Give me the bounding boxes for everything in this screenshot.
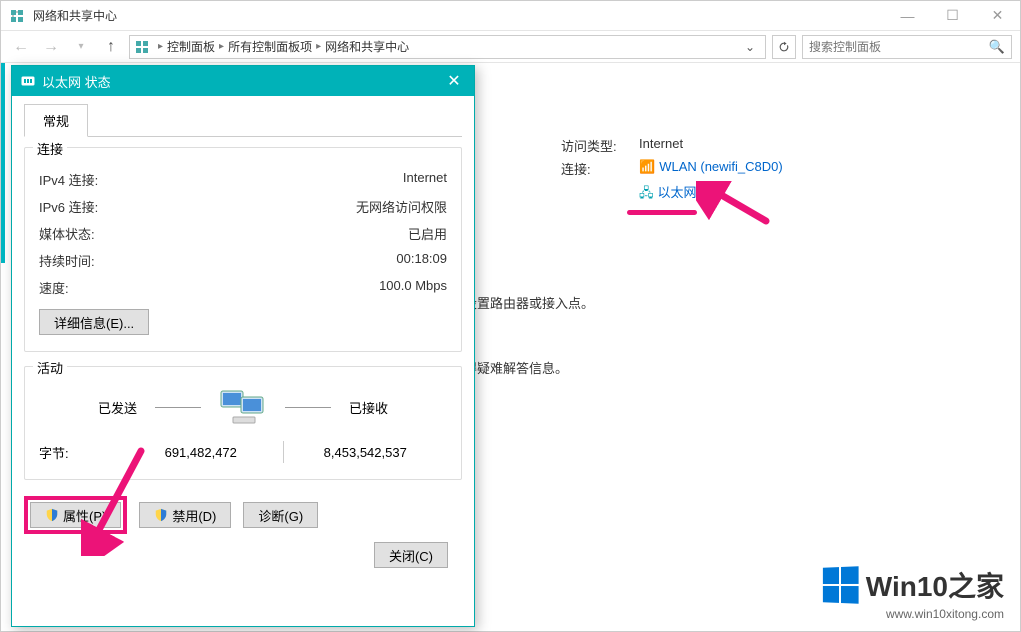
duration-value: 00:18:09 [396,251,447,270]
watermark: Win10之家 www.win10xitong.com [822,565,1004,621]
wifi-signal-icon: 📶 [639,159,655,174]
chevron-right-icon: ▸ [316,41,321,52]
received-label: 已接收 [349,398,388,417]
left-accent-band [1,63,5,263]
ethernet-icon: 🖧 [639,185,654,200]
media-state-value: 已启用 [408,224,447,243]
ipv6-label: IPv6 连接: [39,197,98,216]
watermark-sub: 之家 [948,571,1004,602]
breadcrumb-dropdown[interactable]: ⌄ [739,40,761,54]
close-button[interactable]: ✕ [975,1,1020,30]
access-type-value: Internet [639,136,683,155]
speed-value: 100.0 Mbps [379,278,447,297]
speed-label: 速度: [39,278,69,297]
window-controls: — ☐ ✕ [885,1,1020,30]
divider-line [155,407,201,408]
refresh-icon [777,40,791,54]
dialog-titlebar[interactable]: 以太网 状态 ✕ [12,66,474,96]
nav-forward-button[interactable]: → [39,35,63,59]
annotation-arrow-2 [81,446,161,556]
nav-back-button[interactable]: ← [9,35,33,59]
search-input[interactable] [809,40,989,54]
breadcrumb-item-1[interactable]: 控制面板 [167,38,215,55]
connection-group-label: 连接 [33,139,67,158]
annotation-underline [627,210,697,215]
diagnose-button[interactable]: 诊断(G) [243,502,318,528]
breadcrumb-item-3[interactable]: 网络和共享中心 [325,38,409,55]
duration-label: 持续时间: [39,251,95,270]
search-icon: 🔍 [989,39,1005,55]
ipv6-value: 无网络访问权限 [356,197,447,216]
chevron-right-icon: ▸ [158,41,163,52]
address-bar: ← → ▾ ↑ ▸ 控制面板 ▸ 所有控制面板项 ▸ 网络和共享中心 ⌄ 🔍 [1,31,1020,63]
chevron-right-icon: ▸ [219,41,224,52]
close-button-label: 关闭(C) [389,546,433,565]
divider-line [285,407,331,408]
windows-logo-icon [823,566,859,604]
body-text-1: 或设置路由器或接入点。 [451,293,783,312]
dialog-close-button[interactable]: ✕ [434,66,474,96]
connection-group: 连接 IPv4 连接:Internet IPv6 连接:无网络访问权限 媒体状态… [24,147,462,352]
nav-history-dropdown[interactable]: ▾ [69,35,93,59]
ipv4-value: Internet [403,170,447,189]
tab-strip: 常规 [24,104,462,137]
wlan-link[interactable]: WLAN (newifi_C8D0) [659,159,783,174]
sent-label: 已发送 [98,398,137,417]
diagnose-button-label: 诊断(G) [258,506,303,525]
dialog-close-footer-button[interactable]: 关闭(C) [374,542,448,568]
nav-up-button[interactable]: ↑ [99,35,123,59]
ipv4-label: IPv4 连接: [39,170,98,189]
refresh-button[interactable] [772,35,796,59]
dialog-title: 以太网 状态 [42,72,434,91]
disable-button-label: 禁用(D) [172,506,216,525]
computers-icon [219,387,267,427]
details-button-label: 详细信息(E)... [54,313,134,332]
body-text-2: 获得疑难解答信息。 [451,358,783,377]
main-window-title: 网络和共享中心 [33,7,885,24]
network-info-panel: 访问类型: Internet 连接: 📶 WLAN (newifi_C8D0) 🖧… [451,136,783,377]
access-type-label: 访问类型: [561,136,639,155]
bytes-received-value: 8,453,542,537 [284,445,448,460]
main-titlebar: 网络和共享中心 — ☐ ✕ [1,1,1020,31]
tab-general[interactable]: 常规 [24,104,88,137]
network-center-icon [9,8,25,24]
annotation-arrow-1 [696,181,776,231]
media-state-label: 媒体状态: [39,224,95,243]
search-box[interactable]: 🔍 [802,35,1012,59]
connections-label: 连接: [561,159,639,178]
details-button[interactable]: 详细信息(E)... [39,309,149,335]
watermark-brand: Win10 [866,571,948,602]
watermark-url: www.win10xitong.com [822,607,1004,621]
minimize-button[interactable]: — [885,1,930,30]
activity-group-label: 活动 [33,358,67,377]
uac-shield-icon [45,508,59,522]
ethernet-link[interactable]: 以太网 [658,185,697,200]
maximize-button[interactable]: ☐ [930,1,975,30]
ethernet-adapter-icon [20,73,36,89]
breadcrumb-icon [134,39,150,55]
breadcrumb-item-2[interactable]: 所有控制面板项 [228,38,312,55]
breadcrumb[interactable]: ▸ 控制面板 ▸ 所有控制面板项 ▸ 网络和共享中心 ⌄ [129,35,766,59]
